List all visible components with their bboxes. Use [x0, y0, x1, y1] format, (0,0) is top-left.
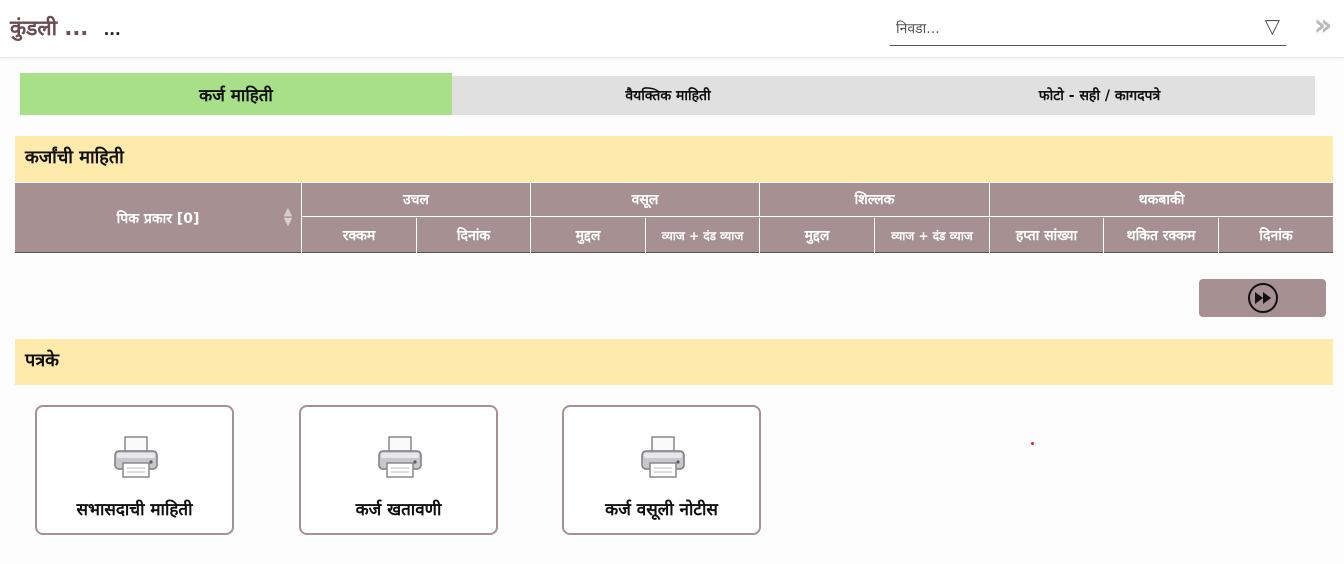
loan-table-header: पिक प्रकार [0] ▲ ▼ उचल वसूल शिल्लक थकबाकी…: [15, 183, 1333, 253]
member-select[interactable]: निवडा... ▽: [890, 10, 1286, 46]
top-bar: कुंडली ... ... निवडा... ▽ ››: [0, 0, 1344, 58]
tab-photo-signature-documents[interactable]: फोटो - सही / कागदपत्रे: [884, 76, 1315, 115]
column-header-principal: मुद्दल: [531, 218, 646, 253]
member-select-placeholder: निवडा...: [896, 21, 940, 37]
crop-type-label: पिक प्रकार [0]: [116, 210, 200, 227]
reports-section-header: पत्रके: [15, 339, 1333, 385]
sort-icon[interactable]: ▲ ▼: [281, 206, 295, 229]
report-card-label: कर्ज खतावणी: [355, 500, 442, 520]
group-header-overdue: थकबाकी: [990, 183, 1333, 217]
column-header-date: दिनांक: [417, 218, 531, 253]
report-card-label: सभासदाची माहिती: [76, 500, 193, 520]
group-header-disbursed: उचल: [302, 183, 531, 217]
column-header-interest-penalty-balance: व्याज + दंड व्याज: [875, 218, 990, 253]
tab-loan-info[interactable]: कर्ज माहिती: [20, 73, 452, 115]
tab-bar: कर्ज माहिती वैयक्तिक माहिती फोटो - सही /…: [20, 73, 1315, 115]
double-chevron-right-icon[interactable]: ››: [1305, 8, 1335, 44]
report-card-recovery-notice[interactable]: कर्ज वसूली नोटीस: [562, 405, 761, 535]
page-title: कुंडली ... ...: [10, 14, 121, 42]
printer-icon: [114, 436, 158, 478]
printer-icon: [378, 436, 422, 478]
column-header-amount: रक्कम: [302, 218, 417, 253]
report-card-member-info[interactable]: सभासदाची माहिती: [35, 405, 234, 535]
next-page-button[interactable]: [1199, 279, 1326, 317]
report-card-loan-ledger[interactable]: कर्ज खतावणी: [299, 405, 498, 535]
report-card-label: कर्ज वसूली नोटीस: [605, 500, 718, 520]
page-title-text: कुंडली ...: [10, 16, 89, 40]
column-header-interest-penalty: व्याज + दंड व्याज: [646, 218, 760, 253]
printer-icon: [641, 436, 685, 478]
column-header-installment-count: हप्ता सांख्या: [990, 218, 1104, 253]
column-header-principal-balance: मुद्दल: [760, 218, 875, 253]
tab-personal-info[interactable]: वैयक्तिक माहिती: [452, 76, 884, 115]
fast-forward-icon: [1247, 283, 1278, 313]
loan-section-header: कर्जांची माहिती: [15, 136, 1333, 182]
column-header-overdue-date: दिनांक: [1259, 228, 1293, 244]
red-dot-marker: [1031, 442, 1034, 445]
page-subtitle: ...: [103, 21, 121, 39]
dropdown-triangle-icon[interactable]: ▽: [1265, 14, 1280, 38]
crop-type-header[interactable]: पिक प्रकार [0] ▲ ▼: [15, 183, 302, 253]
group-header-balance: शिल्लक: [760, 183, 990, 217]
column-header-overdue-amount: थकित रक्कम: [1104, 218, 1219, 253]
group-header-recovered: वसूल: [531, 183, 760, 217]
